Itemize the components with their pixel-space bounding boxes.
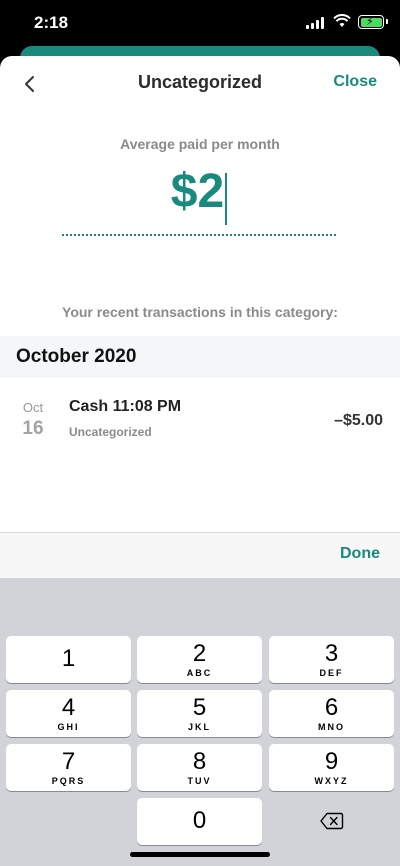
key-0-digit: 0	[192, 807, 207, 834]
key-2-letters: ABC	[186, 668, 213, 678]
done-button[interactable]: Done	[340, 545, 380, 563]
month-header-label: October 2020	[16, 346, 137, 367]
key-5-digit: 5	[192, 694, 207, 721]
key-4-letters: GHI	[57, 722, 80, 732]
key-2[interactable]: 2 ABC	[137, 636, 262, 683]
transaction-category: Uncategorized	[69, 425, 152, 439]
average-label: Average paid per month	[120, 136, 280, 152]
key-8-letters: TUV	[187, 776, 212, 786]
recent-transactions-label: Your recent transactions in this categor…	[62, 304, 338, 320]
key-0[interactable]: 0	[137, 798, 262, 845]
key-3[interactable]: 3 DEF	[269, 636, 394, 683]
key-1-digit: 1	[61, 645, 76, 672]
key-9[interactable]: 9 WXYZ	[269, 744, 394, 791]
key-5[interactable]: 5 JKL	[137, 690, 262, 737]
key-1[interactable]: 1	[6, 636, 131, 683]
key-9-digit: 9	[324, 748, 339, 775]
battery-icon: ⚡	[358, 15, 388, 29]
category-sheet: Uncategorized Close Average paid per mon…	[0, 56, 400, 866]
numeric-keypad: 1 2 ABC 3 DEF 4 GHI 5 JKL 6 MNO 7 PQRS 8…	[0, 578, 400, 866]
transaction-month: Oct	[22, 400, 44, 415]
cellular-signal-icon	[306, 17, 326, 29]
average-amount-value: $2	[170, 165, 225, 218]
nav-bar: Uncategorized Close	[0, 56, 400, 112]
key-5-letters: JKL	[187, 722, 211, 732]
key-2-digit: 2	[192, 640, 207, 667]
keyboard-toolbar: Done	[0, 532, 400, 578]
key-6-digit: 6	[324, 694, 339, 721]
transaction-title: Cash 11:08 PM	[69, 398, 182, 415]
delete-backward-icon	[320, 812, 344, 830]
key-9-letters: WXYZ	[314, 776, 349, 786]
transaction-row[interactable]: Oct 16 Cash 11:08 PM Uncategorized –$5.0…	[0, 378, 400, 462]
home-indicator	[130, 852, 270, 857]
average-amount-input[interactable]: $2	[62, 160, 336, 236]
close-button[interactable]: Close	[333, 73, 377, 91]
status-bar: 2:18 ⚡	[0, 0, 400, 46]
key-3-letters: DEF	[319, 668, 344, 678]
key-6[interactable]: 6 MNO	[269, 690, 394, 737]
key-4[interactable]: 4 GHI	[6, 690, 131, 737]
key-7[interactable]: 7 PQRS	[6, 744, 131, 791]
backspace-key[interactable]	[269, 798, 394, 845]
month-section-header: October 2020	[0, 336, 400, 378]
key-4-digit: 4	[61, 694, 76, 721]
transaction-day: 16	[22, 418, 44, 439]
status-time: 2:18	[34, 13, 69, 32]
text-caret	[225, 172, 228, 225]
transaction-amount: –$5.00	[334, 412, 383, 429]
key-8-digit: 8	[192, 748, 207, 775]
wifi-icon	[333, 14, 351, 27]
charging-bolt-icon: ⚡	[366, 15, 374, 28]
key-7-digit: 7	[61, 748, 76, 775]
key-7-letters: PQRS	[51, 776, 86, 786]
key-6-letters: MNO	[318, 722, 345, 732]
key-8[interactable]: 8 TUV	[137, 744, 262, 791]
key-3-digit: 3	[324, 640, 339, 667]
